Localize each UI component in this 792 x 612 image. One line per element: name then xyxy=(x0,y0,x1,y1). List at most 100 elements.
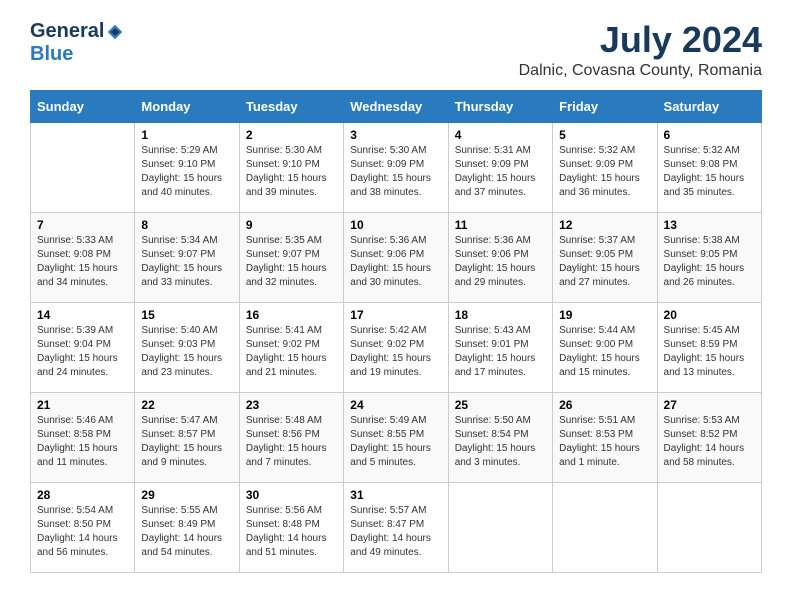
calendar-cell: 22 Sunrise: 5:47 AM Sunset: 8:57 PM Dayli… xyxy=(135,392,239,482)
calendar-cell: 13Sunrise: 5:38 AM Sunset: 9:05 PM Dayli… xyxy=(657,212,761,302)
day-header-saturday: Saturday xyxy=(657,90,761,122)
logo-icon xyxy=(106,23,124,41)
calendar-header-row: SundayMondayTuesdayWednesdayThursdayFrid… xyxy=(31,90,762,122)
calendar-cell: 31 Sunrise: 5:57 AM Sunset: 8:47 PM Dayli… xyxy=(344,482,448,572)
month-year-title: July 2024 xyxy=(519,20,762,60)
day-info: Sunrise: 5:40 AM Sunset: 9:03 PM Dayligh… xyxy=(141,324,232,380)
day-info: Sunrise: 5:44 AM Sunset: 9:00 PM Dayligh… xyxy=(559,324,650,380)
calendar-cell: 25Sunrise: 5:50 AM Sunset: 8:54 PM Dayli… xyxy=(448,392,552,482)
day-info: Sunrise: 5:39 AM Sunset: 9:04 PM Dayligh… xyxy=(37,324,128,380)
calendar-cell xyxy=(657,482,761,572)
calendar-cell xyxy=(31,122,135,212)
calendar-cell: 15 Sunrise: 5:40 AM Sunset: 9:03 PM Dayli… xyxy=(135,302,239,392)
day-header-tuesday: Tuesday xyxy=(239,90,343,122)
calendar-cell: 2Sunrise: 5:30 AM Sunset: 9:10 PM Daylig… xyxy=(239,122,343,212)
day-number: 29 xyxy=(141,488,232,502)
calendar-cell: 3Sunrise: 5:30 AM Sunset: 9:09 PM Daylig… xyxy=(344,122,448,212)
day-number: 20 xyxy=(664,308,755,322)
calendar-cell: 11 Sunrise: 5:36 AM Sunset: 9:06 PM Dayli… xyxy=(448,212,552,302)
calendar-week-row: 28 Sunrise: 5:54 AM Sunset: 8:50 PM Dayli… xyxy=(31,482,762,572)
day-info: Sunrise: 5:33 AM Sunset: 9:08 PM Dayligh… xyxy=(37,234,128,290)
day-number: 5 xyxy=(559,128,650,142)
calendar-week-row: 14 Sunrise: 5:39 AM Sunset: 9:04 PM Dayli… xyxy=(31,302,762,392)
calendar-cell: 23 Sunrise: 5:48 AM Sunset: 8:56 PM Dayli… xyxy=(239,392,343,482)
calendar-cell: 12 Sunrise: 5:37 AM Sunset: 9:05 PM Dayli… xyxy=(553,212,657,302)
calendar-week-row: 1Sunrise: 5:29 AM Sunset: 9:10 PM Daylig… xyxy=(31,122,762,212)
day-header-thursday: Thursday xyxy=(448,90,552,122)
day-number: 6 xyxy=(664,128,755,142)
day-info: Sunrise: 5:42 AM Sunset: 9:02 PM Dayligh… xyxy=(350,324,441,380)
day-header-monday: Monday xyxy=(135,90,239,122)
day-number: 30 xyxy=(246,488,337,502)
day-info: Sunrise: 5:55 AM Sunset: 8:49 PM Dayligh… xyxy=(141,504,232,560)
day-info: Sunrise: 5:32 AM Sunset: 9:08 PM Dayligh… xyxy=(664,144,755,200)
day-info: Sunrise: 5:36 AM Sunset: 9:06 PM Dayligh… xyxy=(350,234,441,290)
day-info: Sunrise: 5:34 AM Sunset: 9:07 PM Dayligh… xyxy=(141,234,232,290)
calendar-cell: 28 Sunrise: 5:54 AM Sunset: 8:50 PM Dayli… xyxy=(31,482,135,572)
logo-general-text: General xyxy=(30,20,104,43)
day-info: Sunrise: 5:51 AM Sunset: 8:53 PM Dayligh… xyxy=(559,414,650,470)
calendar-cell: 19 Sunrise: 5:44 AM Sunset: 9:00 PM Dayli… xyxy=(553,302,657,392)
day-info: Sunrise: 5:31 AM Sunset: 9:09 PM Dayligh… xyxy=(455,144,546,200)
calendar-cell: 21Sunrise: 5:46 AM Sunset: 8:58 PM Dayli… xyxy=(31,392,135,482)
day-number: 15 xyxy=(141,308,232,322)
day-info: Sunrise: 5:37 AM Sunset: 9:05 PM Dayligh… xyxy=(559,234,650,290)
day-info: Sunrise: 5:47 AM Sunset: 8:57 PM Dayligh… xyxy=(141,414,232,470)
day-number: 4 xyxy=(455,128,546,142)
day-number: 19 xyxy=(559,308,650,322)
calendar-cell: 10 Sunrise: 5:36 AM Sunset: 9:06 PM Dayli… xyxy=(344,212,448,302)
day-number: 12 xyxy=(559,218,650,232)
day-info: Sunrise: 5:45 AM Sunset: 8:59 PM Dayligh… xyxy=(664,324,755,380)
day-info: Sunrise: 5:36 AM Sunset: 9:06 PM Dayligh… xyxy=(455,234,546,290)
day-number: 25 xyxy=(455,398,546,412)
title-block: July 2024 Dalnic, Covasna County, Romani… xyxy=(519,20,762,80)
day-number: 11 xyxy=(455,218,546,232)
day-number: 3 xyxy=(350,128,441,142)
calendar-cell: 6 Sunrise: 5:32 AM Sunset: 9:08 PM Daylig… xyxy=(657,122,761,212)
day-number: 26 xyxy=(559,398,650,412)
day-number: 8 xyxy=(141,218,232,232)
day-number: 27 xyxy=(664,398,755,412)
logo-blue-text: Blue xyxy=(30,43,73,66)
day-info: Sunrise: 5:43 AM Sunset: 9:01 PM Dayligh… xyxy=(455,324,546,380)
day-number: 28 xyxy=(37,488,128,502)
page-header: General Blue July 2024 Dalnic, Covasna C… xyxy=(30,20,762,80)
day-number: 2 xyxy=(246,128,337,142)
day-number: 17 xyxy=(350,308,441,322)
day-number: 16 xyxy=(246,308,337,322)
location-subtitle: Dalnic, Covasna County, Romania xyxy=(519,62,762,80)
day-number: 22 xyxy=(141,398,232,412)
day-number: 18 xyxy=(455,308,546,322)
day-number: 13 xyxy=(664,218,755,232)
calendar-cell: 5 Sunrise: 5:32 AM Sunset: 9:09 PM Daylig… xyxy=(553,122,657,212)
calendar-cell: 16 Sunrise: 5:41 AM Sunset: 9:02 PM Dayli… xyxy=(239,302,343,392)
calendar-cell: 18 Sunrise: 5:43 AM Sunset: 9:01 PM Dayli… xyxy=(448,302,552,392)
day-number: 1 xyxy=(141,128,232,142)
day-info: Sunrise: 5:41 AM Sunset: 9:02 PM Dayligh… xyxy=(246,324,337,380)
day-number: 23 xyxy=(246,398,337,412)
day-number: 7 xyxy=(37,218,128,232)
calendar-cell: 8 Sunrise: 5:34 AM Sunset: 9:07 PM Daylig… xyxy=(135,212,239,302)
day-header-sunday: Sunday xyxy=(31,90,135,122)
day-number: 14 xyxy=(37,308,128,322)
calendar-cell: 17 Sunrise: 5:42 AM Sunset: 9:02 PM Dayli… xyxy=(344,302,448,392)
calendar-cell: 7 Sunrise: 5:33 AM Sunset: 9:08 PM Daylig… xyxy=(31,212,135,302)
calendar-table: SundayMondayTuesdayWednesdayThursdayFrid… xyxy=(30,90,762,573)
day-info: Sunrise: 5:57 AM Sunset: 8:47 PM Dayligh… xyxy=(350,504,441,560)
calendar-week-row: 21Sunrise: 5:46 AM Sunset: 8:58 PM Dayli… xyxy=(31,392,762,482)
day-info: Sunrise: 5:48 AM Sunset: 8:56 PM Dayligh… xyxy=(246,414,337,470)
calendar-cell: 9Sunrise: 5:35 AM Sunset: 9:07 PM Daylig… xyxy=(239,212,343,302)
day-info: Sunrise: 5:32 AM Sunset: 9:09 PM Dayligh… xyxy=(559,144,650,200)
calendar-cell: 30Sunrise: 5:56 AM Sunset: 8:48 PM Dayli… xyxy=(239,482,343,572)
day-number: 10 xyxy=(350,218,441,232)
calendar-cell: 4 Sunrise: 5:31 AM Sunset: 9:09 PM Daylig… xyxy=(448,122,552,212)
day-info: Sunrise: 5:54 AM Sunset: 8:50 PM Dayligh… xyxy=(37,504,128,560)
calendar-cell: 26 Sunrise: 5:51 AM Sunset: 8:53 PM Dayli… xyxy=(553,392,657,482)
calendar-cell: 24Sunrise: 5:49 AM Sunset: 8:55 PM Dayli… xyxy=(344,392,448,482)
day-number: 31 xyxy=(350,488,441,502)
day-info: Sunrise: 5:46 AM Sunset: 8:58 PM Dayligh… xyxy=(37,414,128,470)
day-header-wednesday: Wednesday xyxy=(344,90,448,122)
day-info: Sunrise: 5:53 AM Sunset: 8:52 PM Dayligh… xyxy=(664,414,755,470)
calendar-week-row: 7 Sunrise: 5:33 AM Sunset: 9:08 PM Daylig… xyxy=(31,212,762,302)
calendar-cell xyxy=(448,482,552,572)
